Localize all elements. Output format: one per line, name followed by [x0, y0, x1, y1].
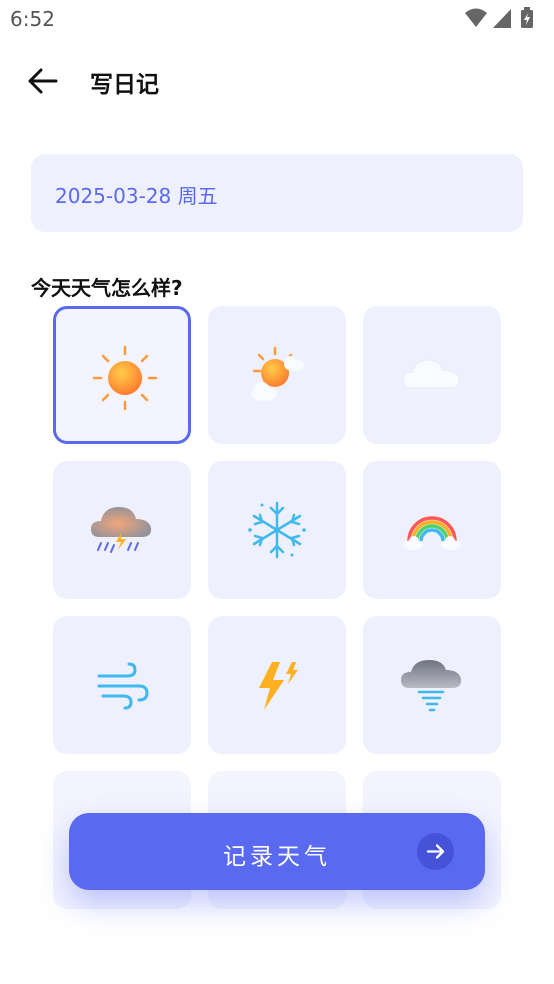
cloud-icon	[402, 359, 460, 389]
thunderstorm-rain-icon	[91, 507, 152, 553]
page-title: 写日记	[90, 72, 159, 98]
status-bar: 6:52	[0, 0, 554, 40]
back-button[interactable]	[26, 66, 60, 96]
battery-icon	[521, 7, 533, 28]
status-icons	[464, 7, 544, 29]
date-value: 2025-03-28 周五	[55, 184, 218, 208]
rainbow-icon	[403, 516, 461, 550]
weather-option-cloudy[interactable]	[363, 306, 501, 444]
lightning-icon	[259, 662, 298, 710]
partly-cloudy-icon	[251, 346, 304, 401]
cellular-signal-icon	[493, 9, 511, 28]
arrow-right-icon	[426, 844, 445, 859]
weather-option-windy[interactable]	[53, 616, 191, 754]
wifi-icon	[465, 8, 487, 27]
tornado-icon	[401, 660, 462, 712]
arrow-circle	[417, 833, 454, 870]
weather-option-tornado[interactable]	[363, 616, 501, 754]
weather-option-lightning[interactable]	[208, 616, 346, 754]
sun-icon	[92, 345, 158, 411]
weather-option-rainbow[interactable]	[363, 461, 501, 599]
date-field[interactable]: 2025-03-28 周五	[31, 154, 523, 232]
weather-option-snow[interactable]	[208, 461, 346, 599]
status-time: 6:52	[10, 7, 55, 31]
weather-option-partly-cloudy[interactable]	[208, 306, 346, 444]
wind-icon	[97, 662, 149, 710]
top-bar: 写日记	[0, 52, 554, 108]
arrow-left-icon	[28, 68, 58, 94]
record-weather-button[interactable]: 记录天气	[69, 813, 485, 890]
snowflake-icon	[248, 501, 306, 559]
weather-option-thunderstorm[interactable]	[53, 461, 191, 599]
weather-option-sunny[interactable]	[53, 306, 191, 444]
weather-question: 今天天气怎么样?	[31, 276, 183, 300]
